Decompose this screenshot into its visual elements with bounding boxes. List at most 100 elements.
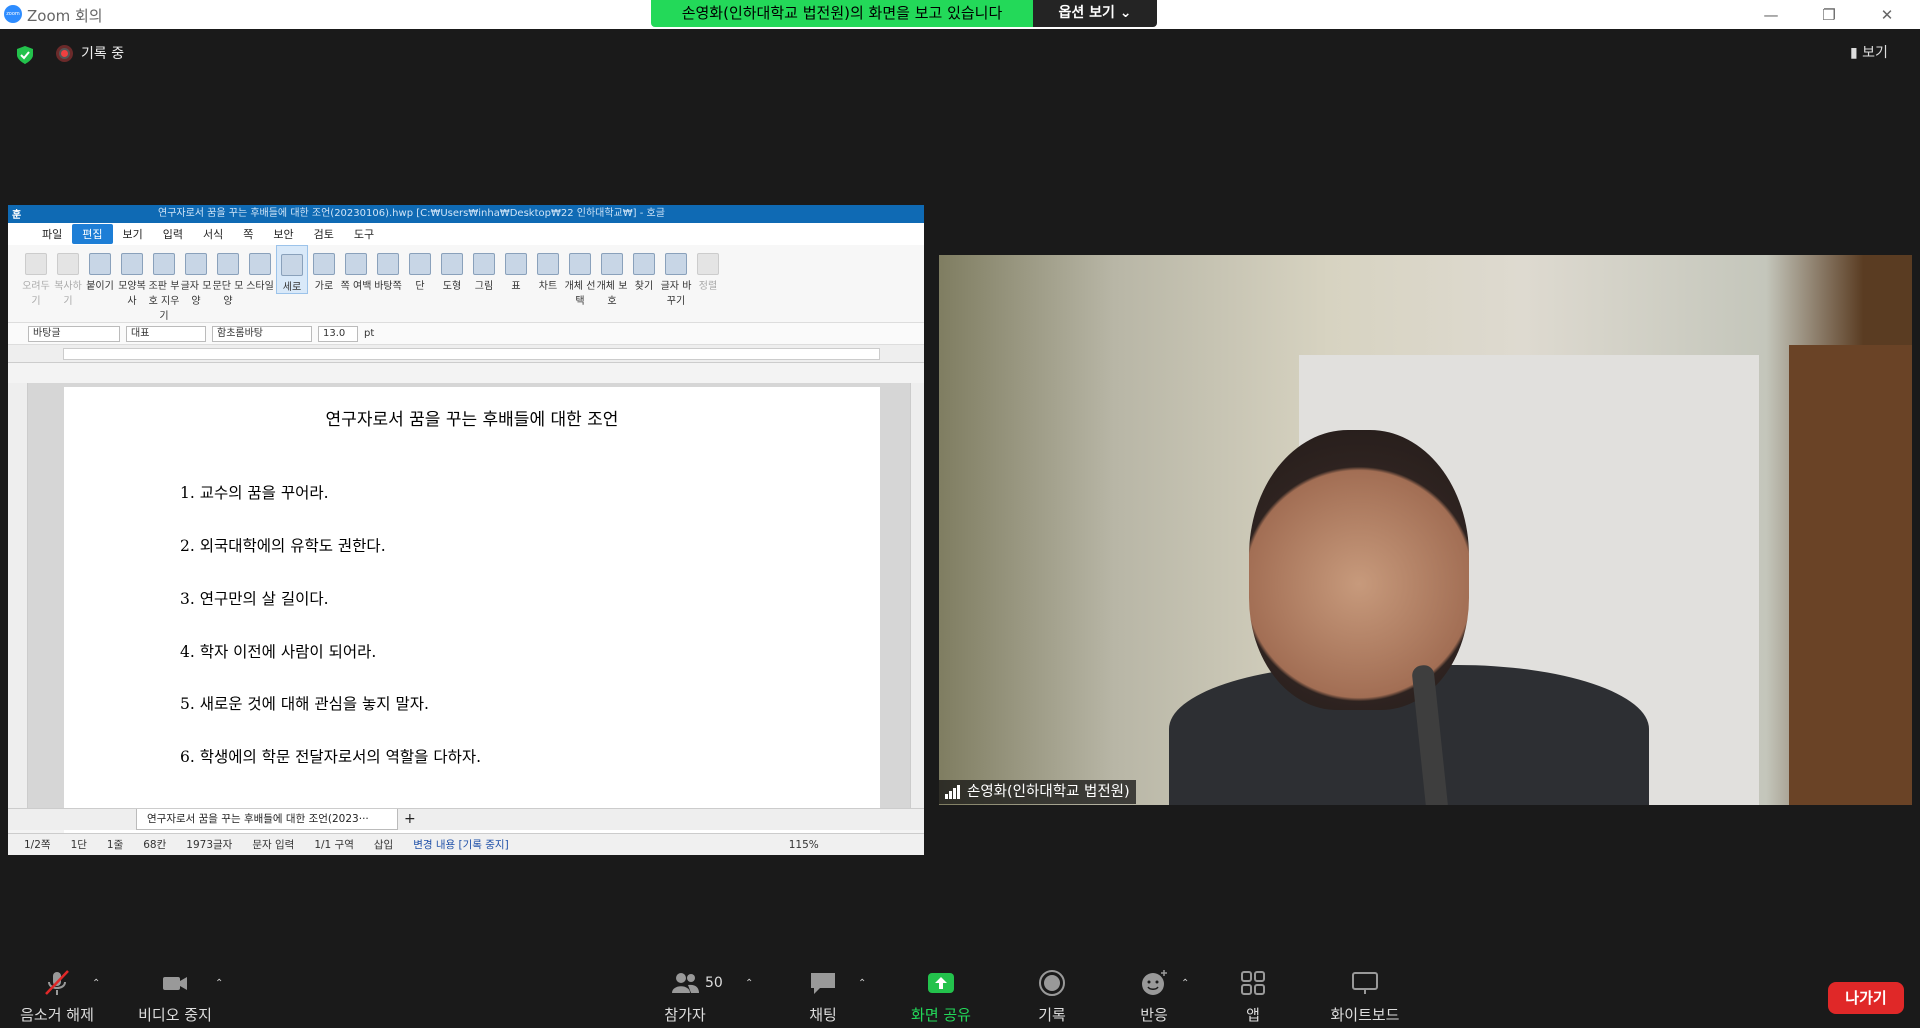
participant-count: 50 — [705, 975, 723, 991]
language-select[interactable]: 대표 — [126, 325, 206, 342]
document-tab[interactable]: 연구자로서 꿈을 꾸는 후배들에 대한 조언(2023··· — [136, 809, 398, 830]
font-select[interactable]: 함초롬바탕 — [212, 325, 312, 342]
video-options-chevron-icon[interactable]: ⌃ — [215, 978, 223, 989]
reactions-chevron-icon[interactable]: ⌃ — [1181, 978, 1189, 989]
whiteboard-button[interactable]: 화이트보드 — [1325, 968, 1405, 1025]
document-page[interactable]: 연구자로서 꿈을 꾸는 후배들에 대한 조언 1. 교수의 꿈을 꾸어라. 2.… — [64, 387, 880, 835]
document-title: 연구자로서 꿈을 꾸는 후배들에 대한 조언 — [325, 410, 619, 430]
hwp-ribbon: 오려두기 복사하기 붙이기 모양복사 조판 부호 지우기 글자 모양 문단 모양… — [8, 245, 924, 323]
participant-video — [939, 255, 1912, 805]
participant-name-tag: 손영화(인하대학교 법전원) — [939, 780, 1136, 804]
restore-button[interactable]: ❐ — [1814, 4, 1844, 26]
ribbon-para-shape[interactable]: 문단 모양 — [212, 245, 244, 307]
portrait-icon — [281, 254, 303, 276]
minimize-button[interactable]: — — [1756, 4, 1786, 26]
menu-review[interactable]: 검토 — [304, 226, 344, 242]
font-size-input[interactable]: 13.0 — [318, 325, 358, 342]
ribbon-format-copy-label: 모양복사 — [118, 281, 146, 307]
share-screen-icon — [928, 973, 954, 993]
ribbon-columns[interactable]: 단 — [404, 245, 436, 292]
font-unit: pt — [364, 328, 375, 339]
ribbon-chart[interactable]: 차트 — [532, 245, 564, 292]
add-tab-icon[interactable]: + — [404, 811, 416, 827]
chat-chevron-icon[interactable]: ⌃ — [858, 978, 866, 989]
ribbon-shape[interactable]: 도형 — [436, 245, 468, 292]
hwp-app-icon: 훈 — [12, 210, 22, 221]
ribbon-portrait[interactable]: 세로 — [276, 245, 308, 294]
stop-video-button[interactable]: 비디오 중지 — [130, 968, 220, 1025]
style-select[interactable]: 바탕글 — [28, 325, 120, 342]
ribbon-select-object[interactable]: 개체 선택 — [564, 245, 596, 307]
ribbon-protect-object[interactable]: 개체 보호 — [596, 245, 628, 307]
status-track-changes[interactable]: 변경 내용 [기록 중지] — [413, 837, 509, 852]
ribbon-landscape[interactable]: 가로 — [308, 245, 340, 292]
reactions-button[interactable]: 반응 — [1136, 968, 1172, 1025]
view-button[interactable]: ▮ 보기 — [1850, 42, 1908, 62]
view-options-label: 옵션 보기 — [1058, 5, 1115, 21]
ribbon-picture[interactable]: 그림 — [468, 245, 500, 292]
brush-icon — [121, 253, 143, 275]
view-options-button[interactable]: 옵션 보기 ⌄ — [1033, 0, 1157, 27]
stop-video-label: 비디오 중지 — [138, 1006, 212, 1024]
share-screen-button[interactable]: 화면 공유 — [906, 968, 976, 1025]
zoom-logo-icon: zoom — [4, 5, 22, 23]
signal-bars-icon — [945, 785, 960, 799]
ribbon-replace-label: 글자 바꾸기 — [660, 281, 692, 307]
record-button[interactable]: 기록 — [1034, 968, 1070, 1025]
protect-object-icon — [601, 253, 623, 275]
hwp-format-bar: 바탕글 대표 함초롬바탕 13.0 pt — [8, 323, 924, 345]
video-bookshelf — [1789, 345, 1912, 805]
security-shield-icon[interactable] — [15, 45, 35, 65]
ribbon-protect-object-label: 개체 보호 — [596, 281, 628, 307]
list-item: 2. 외국대학에의 유학도 권한다. — [180, 537, 386, 555]
ribbon-char-shape[interactable]: 글자 모양 — [180, 245, 212, 307]
audio-options-chevron-icon[interactable]: ⌃ — [92, 978, 100, 989]
menu-edit[interactable]: 편집 — [72, 224, 113, 244]
ribbon-style[interactable]: 스타일 — [244, 245, 276, 292]
chat-button[interactable]: 채팅 — [800, 968, 846, 1025]
participants-button[interactable]: 참가자 — [660, 968, 710, 1025]
reactions-label: 반응 — [1140, 1006, 1168, 1024]
participants-chevron-icon[interactable]: ⌃ — [745, 978, 753, 989]
menu-tools[interactable]: 도구 — [344, 226, 384, 242]
vertical-scrollbar[interactable] — [910, 383, 924, 830]
para-shape-icon — [217, 253, 239, 275]
ribbon-select-object-label: 개체 선택 — [564, 281, 596, 307]
menu-insert[interactable]: 입력 — [153, 226, 193, 242]
close-button[interactable]: ✕ — [1872, 4, 1902, 26]
ribbon-master-page[interactable]: 바탕쪽 — [372, 245, 404, 292]
zoom-level[interactable]: 115% — [789, 839, 819, 851]
ribbon-cut[interactable]: 오려두기 — [20, 245, 52, 307]
status-input-mode: 문자 입력 — [252, 839, 295, 851]
ribbon-replace[interactable]: 글자 바꾸기 — [660, 245, 692, 307]
ribbon-sort[interactable]: 정렬 — [692, 245, 724, 292]
menu-security[interactable]: 보안 — [263, 226, 303, 242]
menu-page[interactable]: 쪽 — [233, 226, 263, 242]
ribbon-shape-label: 도형 — [442, 281, 462, 292]
apps-button[interactable]: 앱 — [1238, 968, 1268, 1025]
ribbon-format-copy[interactable]: 모양복사 — [116, 245, 148, 307]
whiteboard-label: 화이트보드 — [1330, 1006, 1400, 1024]
unmute-button[interactable]: 음소거 해제 — [14, 968, 100, 1025]
ribbon-copy[interactable]: 복사하기 — [52, 245, 84, 307]
ribbon-clear-codes[interactable]: 조판 부호 지우기 — [148, 245, 180, 322]
ribbon-copy-label: 복사하기 — [54, 281, 82, 307]
paste-icon — [89, 253, 111, 275]
ribbon-margins[interactable]: 쪽 여백 — [340, 245, 372, 292]
microphone-muted-icon — [45, 970, 69, 995]
ribbon-char-shape-label: 글자 모양 — [180, 281, 212, 307]
screen-share-banner: 손영화(인하대학교 법전원)의 화면을 보고 있습니다 옵션 보기 ⌄ — [651, 0, 1157, 27]
leave-button[interactable]: 나가기 — [1828, 982, 1904, 1014]
menu-file[interactable]: 파일 — [32, 226, 72, 242]
ribbon-cut-label: 오려두기 — [22, 281, 50, 307]
sort-icon — [697, 253, 719, 275]
ribbon-paste[interactable]: 붙이기 — [84, 245, 116, 292]
ribbon-table[interactable]: 표 — [500, 245, 532, 292]
ribbon-para-shape-label: 문단 모양 — [212, 281, 244, 307]
ribbon-find[interactable]: 찾기 — [628, 245, 660, 292]
picture-icon — [473, 253, 495, 275]
menu-format[interactable]: 서식 — [193, 226, 233, 242]
list-item: 6. 학생에의 학문 전달자로서의 역할을 다하자. — [180, 748, 482, 766]
menu-view[interactable]: 보기 — [113, 226, 153, 242]
window-title: Zoom 회의 — [27, 7, 103, 25]
